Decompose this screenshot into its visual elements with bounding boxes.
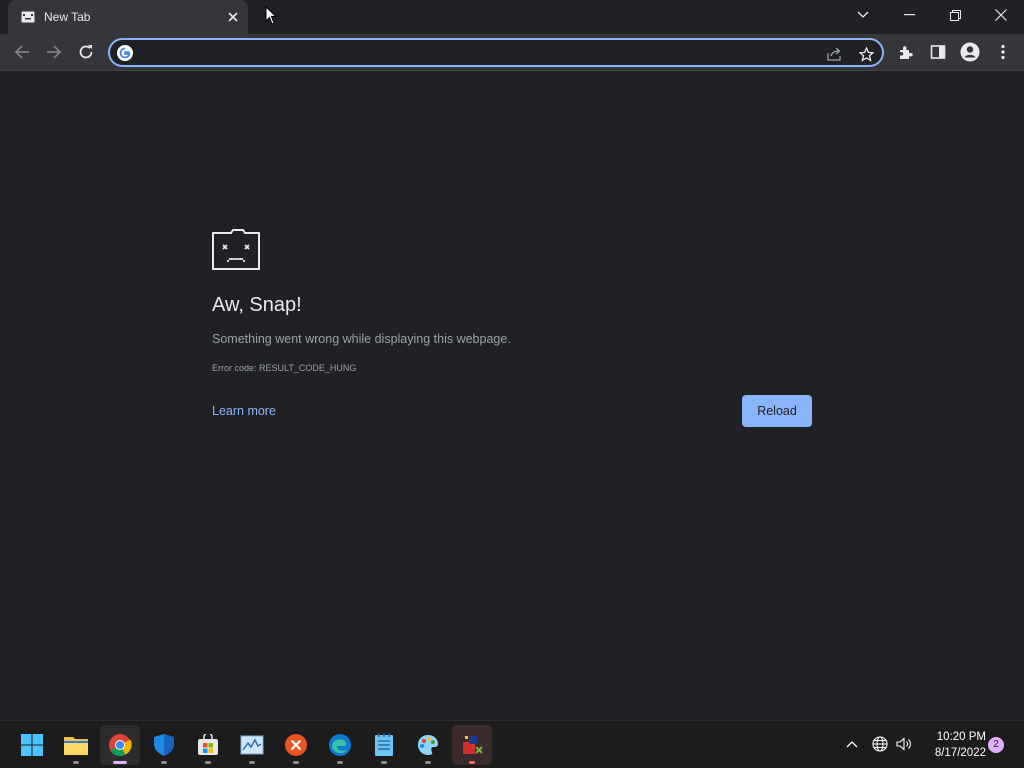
- address-bar[interactable]: [108, 38, 884, 67]
- taskbar: 10:20 PM 8/17/2022 2: [0, 720, 1024, 768]
- running-indicator: [425, 761, 431, 764]
- network-globe-icon[interactable]: [869, 733, 891, 755]
- back-arrow-icon[interactable]: [8, 38, 36, 66]
- side-panel-icon[interactable]: [924, 38, 952, 66]
- reload-button[interactable]: Reload: [742, 395, 812, 427]
- tab-title: New Tab: [44, 10, 91, 24]
- start-icon[interactable]: [12, 725, 52, 765]
- error-message: Something went wrong while displaying th…: [212, 332, 511, 346]
- minimize-icon[interactable]: [886, 0, 932, 30]
- running-indicator: [381, 761, 387, 764]
- google-icon: [117, 45, 133, 61]
- title-bar: New Tab: [0, 0, 1024, 34]
- x-app-icon[interactable]: [276, 725, 316, 765]
- address-input[interactable]: [140, 43, 820, 63]
- running-indicator: [205, 761, 211, 764]
- edge-icon[interactable]: [320, 725, 360, 765]
- menu-icon[interactable]: [989, 38, 1017, 66]
- tab-search-icon[interactable]: [840, 0, 886, 30]
- error-page: Aw, Snap! Something went wrong while dis…: [0, 71, 1024, 720]
- tab-new-tab[interactable]: New Tab: [8, 0, 248, 34]
- tab-close-icon[interactable]: [224, 8, 242, 26]
- mouse-cursor-icon: [265, 5, 278, 26]
- file-explorer-icon[interactable]: [56, 725, 96, 765]
- active-indicator: [113, 761, 127, 764]
- forward-arrow-icon[interactable]: [40, 38, 68, 66]
- notepad-icon[interactable]: [364, 725, 404, 765]
- windows-security-icon[interactable]: [144, 725, 184, 765]
- running-indicator: [249, 761, 255, 764]
- running-indicator: [293, 761, 299, 764]
- sad-tab-icon: [21, 10, 35, 23]
- task-manager-icon[interactable]: [232, 725, 272, 765]
- chrome-icon[interactable]: [100, 725, 140, 765]
- error-title: Aw, Snap!: [212, 294, 302, 316]
- share-icon[interactable]: [823, 43, 845, 65]
- volume-icon[interactable]: [893, 733, 915, 755]
- error-code: Error code: RESULT_CODE_HUNG: [212, 363, 357, 373]
- learn-more-link[interactable]: Learn more: [212, 404, 276, 418]
- reload-icon[interactable]: [72, 38, 100, 66]
- browser-toolbar: [0, 34, 1024, 71]
- app-icon[interactable]: [452, 725, 492, 765]
- restore-icon[interactable]: [932, 0, 978, 30]
- notification-badge[interactable]: 2: [988, 737, 1004, 753]
- extensions-icon[interactable]: [892, 38, 920, 66]
- system-clock[interactable]: 10:20 PM 8/17/2022: [918, 729, 986, 761]
- running-indicator: [469, 761, 475, 764]
- profile-icon[interactable]: [956, 38, 984, 66]
- running-indicator: [337, 761, 343, 764]
- microsoft-store-icon[interactable]: [188, 725, 228, 765]
- sad-tab-icon: [211, 228, 261, 271]
- close-icon[interactable]: [978, 0, 1024, 30]
- running-indicator: [161, 761, 167, 764]
- clock-date: 8/17/2022: [934, 747, 986, 759]
- paint-icon[interactable]: [408, 725, 448, 765]
- chevron-up-icon[interactable]: [841, 733, 863, 755]
- star-icon[interactable]: [855, 43, 877, 65]
- running-indicator: [73, 761, 79, 764]
- clock-time: 10:20 PM: [936, 731, 986, 743]
